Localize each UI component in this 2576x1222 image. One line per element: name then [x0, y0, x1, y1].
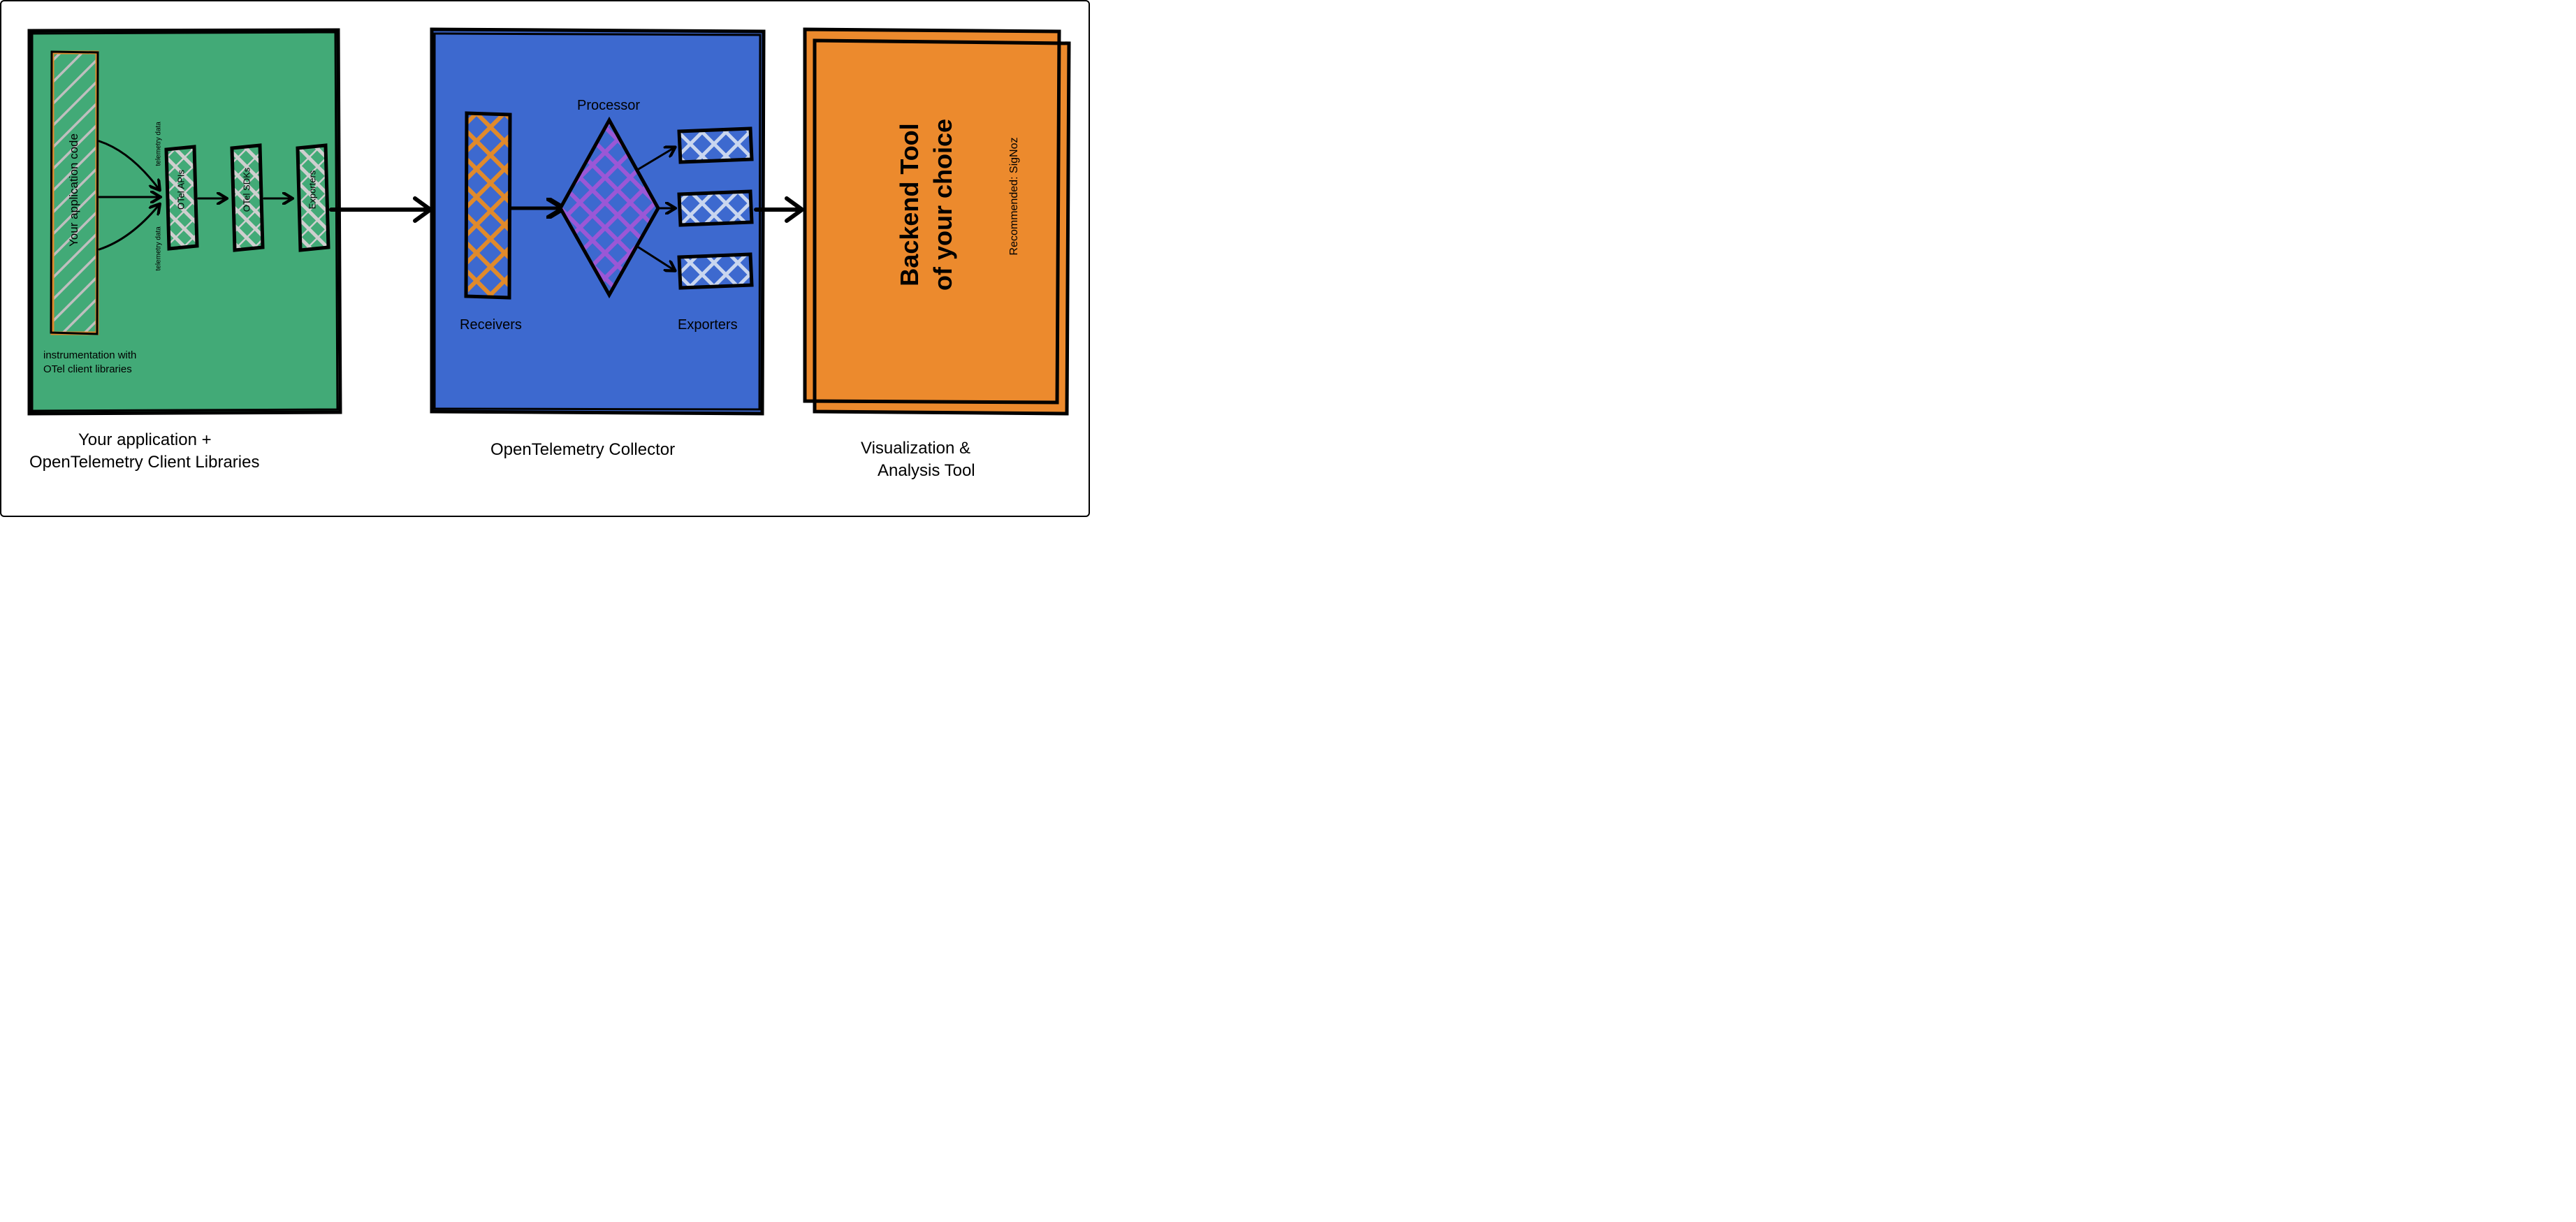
label-exporters-collector: Exporters	[678, 317, 738, 333]
label-otel-apis: OTel APIs	[176, 159, 187, 221]
box-receivers	[466, 113, 510, 298]
arrow-panel1-panel2	[331, 198, 430, 221]
label-backend-line1: Backend Tool	[895, 79, 924, 330]
caption-panel3-l1: Visualization &	[861, 439, 970, 458]
caption-panel2: OpenTelemetry Collector	[490, 440, 675, 460]
label-telemetry-2: telemetry data	[155, 201, 163, 271]
label-telemetry-1: telemetry data	[155, 96, 163, 166]
label-otel-sdks: OTel SDKs	[242, 159, 252, 221]
label-instrumentation-1: instrumentation with	[43, 349, 136, 361]
label-otel-exporters: Exporters	[307, 159, 318, 221]
caption-panel3-l2: Analysis Tool	[878, 461, 975, 481]
label-backend-line2: of your choice	[929, 79, 958, 330]
box-collector-exporter-2	[679, 191, 752, 225]
label-recommended: Recommended: SigNoz	[1008, 106, 1021, 287]
diagram-canvas: Your application code telemetry data tel…	[0, 0, 1090, 517]
box-collector-exporter-3	[679, 254, 752, 288]
panel-collector	[432, 29, 764, 414]
caption-panel1-l1: Your application +	[78, 430, 212, 450]
label-app-code: Your application code	[67, 92, 81, 288]
caption-panel1-l2: OpenTelemetry Client Libraries	[29, 453, 259, 472]
label-receivers: Receivers	[460, 317, 522, 333]
label-processor: Processor	[577, 98, 640, 114]
label-instrumentation-2: OTel client libraries	[43, 363, 132, 375]
box-collector-exporter-1	[679, 129, 752, 162]
